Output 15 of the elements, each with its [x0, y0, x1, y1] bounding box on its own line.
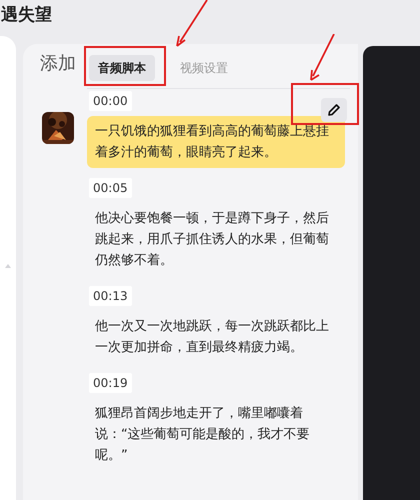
annotation-box	[291, 83, 359, 125]
timestamp: 00:00	[89, 91, 132, 111]
annotation-arrow	[308, 34, 336, 82]
script-text[interactable]: 狐狸昂首阔步地走开了，嘴里嘟囔着说：“这些葡萄可能是酸的，我才不要呢。”	[87, 398, 345, 471]
annotation-arrow	[174, 0, 208, 48]
panel-heading: 添加	[40, 52, 76, 76]
timestamp: 00:13	[89, 286, 132, 306]
edit-button[interactable]	[321, 98, 347, 122]
tab[interactable]: 音频脚本	[89, 55, 155, 81]
timestamp: 00:19	[89, 373, 132, 393]
script-text[interactable]: 他决心要饱餐一顿，于是蹲下身子，然后跳起来，用爪子抓住诱人的水果，但葡萄仍然够不着。	[87, 203, 345, 276]
timestamp: 00:05	[89, 178, 132, 198]
page-title: 遇失望	[1, 4, 52, 27]
script-text[interactable]: 他一次又一次地跳跃，每一次跳跃都比上一次更加拼命，直到最终精疲力竭。	[87, 311, 345, 363]
pencil-icon	[328, 104, 340, 116]
